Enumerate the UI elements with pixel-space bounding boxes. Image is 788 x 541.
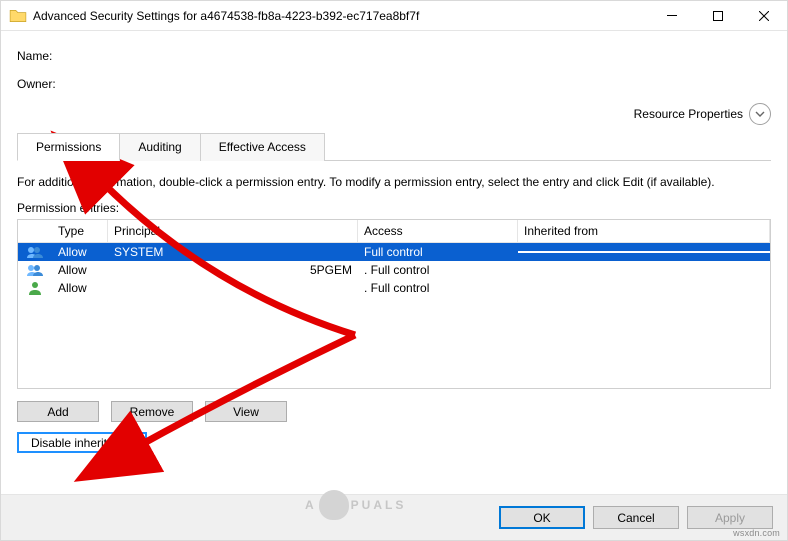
dialog-footer: OK Cancel Apply (1, 494, 787, 540)
close-button[interactable] (741, 1, 787, 31)
cell-type: Allow (52, 280, 108, 296)
name-label: Name: (17, 49, 77, 63)
table-header: Type Principal Access Inherited from (18, 220, 770, 243)
owner-label: Owner: (17, 77, 77, 91)
ok-button[interactable]: OK (499, 506, 585, 529)
group-icon (18, 262, 52, 278)
resource-properties-label: Resource Properties (634, 107, 743, 121)
table-row[interactable]: Allow SYSTEM Full control (18, 243, 770, 261)
col-type[interactable]: Type (52, 220, 108, 242)
remove-button[interactable]: Remove (111, 401, 193, 422)
cell-type: Allow (52, 262, 108, 278)
cell-access: . Full control (358, 262, 518, 278)
minimize-button[interactable] (649, 1, 695, 31)
folder-icon (9, 7, 27, 25)
user-icon (18, 280, 52, 296)
cell-principal: 5PGEM (108, 262, 358, 278)
cell-type: Allow (52, 244, 108, 260)
security-settings-window: Advanced Security Settings for a4674538-… (0, 0, 788, 541)
cell-inherited (518, 287, 770, 289)
cell-inherited (518, 269, 770, 271)
maximize-button[interactable] (695, 1, 741, 31)
col-icon[interactable] (18, 220, 52, 242)
resource-properties-link[interactable]: Resource Properties (17, 103, 771, 125)
permission-entries-table[interactable]: Type Principal Access Inherited from All… (17, 219, 771, 389)
add-button[interactable]: Add (17, 401, 99, 422)
entry-buttons-row: Add Remove View (17, 401, 771, 422)
cell-access: . Full control (358, 280, 518, 296)
view-button[interactable]: View (205, 401, 287, 422)
inheritance-row: Disable inheritance (17, 432, 771, 453)
tab-auditing[interactable]: Auditing (119, 133, 200, 161)
permissions-panel: For additional information, double-click… (17, 161, 771, 484)
disable-inheritance-button[interactable]: Disable inheritance (17, 432, 147, 453)
info-text: For additional information, double-click… (17, 175, 771, 189)
name-row: Name: (17, 49, 771, 63)
tab-permissions[interactable]: Permissions (17, 133, 120, 161)
col-principal[interactable]: Principal (108, 220, 358, 242)
cell-access: Full control (358, 244, 518, 260)
cancel-button[interactable]: Cancel (593, 506, 679, 529)
table-row[interactable]: Allow 5PGEM . Full control (18, 261, 770, 279)
cell-principal (108, 287, 358, 289)
cell-inherited (518, 251, 770, 253)
titlebar: Advanced Security Settings for a4674538-… (1, 1, 787, 31)
tab-strip: Permissions Auditing Effective Access (17, 133, 771, 161)
cell-principal: SYSTEM (108, 244, 358, 260)
apply-button[interactable]: Apply (687, 506, 773, 529)
col-access[interactable]: Access (358, 220, 518, 242)
col-inherited[interactable]: Inherited from (518, 220, 770, 242)
group-icon (18, 244, 52, 260)
owner-row: Owner: (17, 77, 771, 91)
window-title: Advanced Security Settings for a4674538-… (33, 9, 649, 23)
content-area: Name: Owner: Resource Properties Permiss… (1, 31, 787, 494)
chevron-down-icon (749, 103, 771, 125)
entries-label: Permission entries: (17, 201, 771, 215)
tab-effective-access[interactable]: Effective Access (200, 133, 325, 161)
table-row[interactable]: Allow . Full control (18, 279, 770, 297)
site-watermark: wsxdn.com (733, 528, 780, 538)
